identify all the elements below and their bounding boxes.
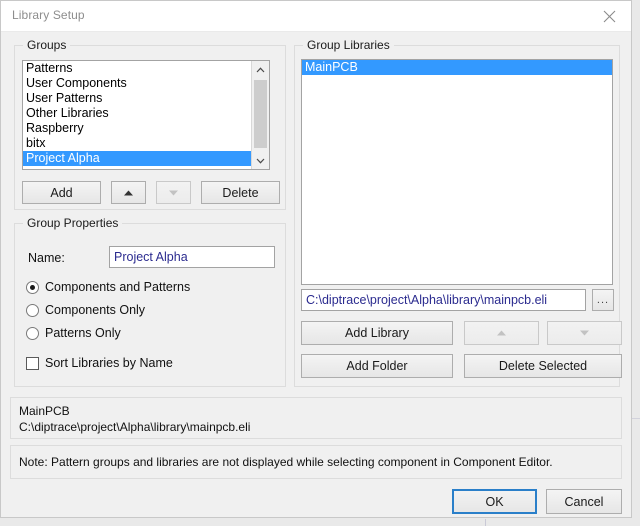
scroll-down-icon[interactable] (252, 152, 269, 169)
option-label: Patterns Only (45, 326, 121, 340)
note-text: Note: Pattern groups and libraries are n… (19, 455, 553, 469)
note-panel: Note: Pattern groups and libraries are n… (10, 445, 622, 479)
option-label: Components Only (45, 303, 146, 317)
arrow-down-icon (579, 326, 590, 340)
list-item[interactable]: User Components (23, 76, 252, 91)
background-window-separator (632, 418, 640, 419)
radio-components-only-icon[interactable] (26, 303, 39, 317)
groups-legend: Groups (23, 38, 71, 52)
move-library-up-button[interactable] (464, 321, 539, 345)
cancel-button[interactable]: Cancel (546, 489, 622, 514)
arrow-up-icon (496, 326, 507, 340)
arrow-down-icon (168, 186, 179, 200)
delete-group-button[interactable]: Delete (201, 181, 280, 204)
radio-components-and-patterns-icon[interactable] (26, 280, 39, 294)
group-libraries-legend: Group Libraries (303, 38, 394, 52)
move-group-down-button[interactable] (156, 181, 191, 204)
option-components-only[interactable]: Components Only (26, 303, 145, 317)
selection-info-panel: MainPCB C:\diptrace\project\Alpha\librar… (10, 397, 622, 439)
window-title: Library Setup (12, 8, 85, 22)
add-library-button[interactable]: Add Library (301, 321, 453, 345)
group-libraries-list-items: MainPCB (302, 60, 612, 75)
list-item[interactable]: Other Libraries (23, 106, 252, 121)
scroll-up-icon[interactable] (252, 61, 269, 78)
move-library-down-button[interactable] (547, 321, 622, 345)
delete-selected-button[interactable]: Delete Selected (464, 354, 622, 378)
name-label: Name: (28, 251, 65, 265)
groups-listbox[interactable]: Patterns User Components User Patterns O… (22, 60, 270, 170)
option-label: Components and Patterns (45, 280, 191, 294)
library-path-input[interactable]: C:\diptrace\project\Alpha\library\mainpc… (301, 289, 586, 311)
move-group-up-button[interactable] (111, 181, 146, 204)
groups-list-items: Patterns User Components User Patterns O… (23, 61, 252, 166)
option-patterns-only[interactable]: Patterns Only (26, 326, 121, 340)
list-item[interactable]: User Patterns (23, 91, 252, 106)
add-folder-button[interactable]: Add Folder (301, 354, 453, 378)
ok-button[interactable]: OK (452, 489, 537, 514)
list-item-selected[interactable]: Project Alpha (23, 151, 252, 166)
arrow-up-icon (123, 186, 134, 200)
title-bar: Library Setup (1, 1, 631, 32)
screen: Library Setup Groups Patterns User Compo… (0, 0, 640, 526)
library-setup-dialog: Library Setup Groups Patterns User Compo… (0, 0, 632, 518)
info-line-1: MainPCB (19, 404, 70, 418)
sort-libraries-by-name-checkbox[interactable]: Sort Libraries by Name (26, 356, 173, 370)
browse-button[interactable]: ... (592, 289, 614, 311)
group-properties-legend: Group Properties (23, 216, 123, 230)
background-window-edge-bottom (485, 519, 486, 526)
group-libraries-listbox[interactable]: MainPCB (301, 59, 613, 285)
option-components-and-patterns[interactable]: Components and Patterns (26, 280, 190, 294)
checkbox-label: Sort Libraries by Name (45, 356, 173, 370)
list-item[interactable]: bitx (23, 136, 252, 151)
group-name-input[interactable]: Project Alpha (109, 246, 275, 268)
list-item-selected[interactable]: MainPCB (302, 60, 612, 75)
close-icon[interactable] (587, 1, 631, 31)
scrollbar-thumb[interactable] (254, 80, 267, 148)
radio-patterns-only-icon[interactable] (26, 326, 39, 340)
add-group-button[interactable]: Add (22, 181, 101, 204)
list-item[interactable]: Patterns (23, 61, 252, 76)
groups-scrollbar[interactable] (251, 61, 269, 169)
list-item[interactable]: Raspberry (23, 121, 252, 136)
checkbox-icon[interactable] (26, 356, 39, 370)
info-line-2: C:\diptrace\project\Alpha\library\mainpc… (19, 420, 251, 434)
